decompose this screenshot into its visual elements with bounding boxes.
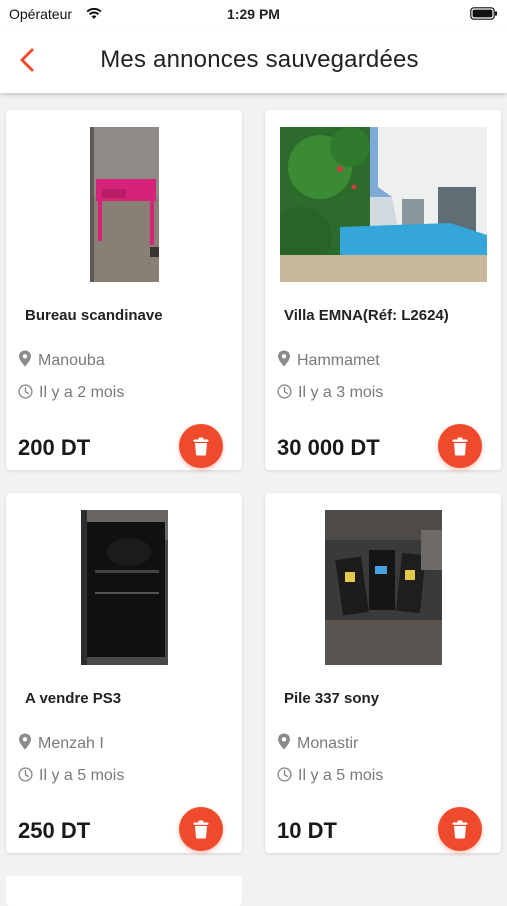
map-pin-icon bbox=[278, 733, 290, 750]
listing-card[interactable]: Villa EMNA(Réf: L2624) Hammamet Il y a 3… bbox=[265, 110, 501, 470]
listing-location: Manouba bbox=[18, 350, 105, 370]
listing-price: 250 DT bbox=[18, 818, 91, 843]
clock-icon bbox=[18, 767, 33, 782]
saved-listings-grid: Bureau scandinave Manouba Il y a 2 mois … bbox=[0, 93, 507, 906]
map-pin-icon bbox=[278, 350, 290, 367]
trash-icon bbox=[193, 820, 209, 838]
listing-posted-time: Il y a 2 mois bbox=[18, 384, 124, 402]
remove-saved-button[interactable] bbox=[438, 807, 482, 851]
listing-title: Bureau scandinave bbox=[25, 307, 163, 324]
battery-icon bbox=[470, 7, 497, 20]
listing-card[interactable]: A vendre PS3 Menzah I Il y a 5 mois 250 … bbox=[6, 493, 242, 853]
remove-saved-button[interactable] bbox=[179, 424, 223, 468]
clock-label: 1:29 PM bbox=[227, 6, 280, 22]
listing-card-partial[interactable] bbox=[6, 876, 242, 906]
listing-photo bbox=[280, 127, 487, 282]
listing-posted-time: Il y a 3 mois bbox=[277, 384, 383, 402]
listing-posted-time: Il y a 5 mois bbox=[277, 767, 383, 785]
listing-title: Villa EMNA(Réf: L2624) bbox=[284, 307, 449, 324]
header-bar: Mes annonces sauvegardées bbox=[0, 30, 507, 93]
clock-icon bbox=[18, 384, 33, 399]
location-text: Menzah I bbox=[38, 735, 104, 752]
remove-saved-button[interactable] bbox=[179, 807, 223, 851]
listing-photo bbox=[325, 510, 442, 665]
posted-text: Il y a 3 mois bbox=[298, 384, 384, 401]
listing-price: 200 DT bbox=[18, 435, 91, 460]
map-pin-icon bbox=[19, 350, 31, 367]
listing-title: A vendre PS3 bbox=[25, 690, 122, 707]
clock-icon bbox=[277, 767, 292, 782]
status-bar: Opérateur 1:29 PM bbox=[0, 0, 507, 30]
listing-photo bbox=[90, 127, 159, 282]
listing-title: Pile 337 sony bbox=[284, 690, 380, 707]
posted-text: Il y a 5 mois bbox=[39, 767, 125, 784]
listing-location: Hammamet bbox=[277, 350, 380, 370]
map-pin-icon bbox=[19, 733, 31, 750]
trash-icon bbox=[193, 437, 209, 455]
listing-price: 10 DT bbox=[277, 818, 337, 843]
listing-price: 30 000 DT bbox=[277, 435, 380, 460]
clock-icon bbox=[277, 384, 292, 399]
listing-location: Monastir bbox=[277, 733, 358, 753]
listing-card[interactable]: Pile 337 sony Monastir Il y a 5 mois 10 … bbox=[265, 493, 501, 853]
trash-icon bbox=[452, 820, 468, 838]
remove-saved-button[interactable] bbox=[438, 424, 482, 468]
listing-location: Menzah I bbox=[18, 733, 104, 753]
posted-text: Il y a 2 mois bbox=[39, 384, 125, 401]
listing-posted-time: Il y a 5 mois bbox=[18, 767, 124, 785]
listing-card[interactable]: Bureau scandinave Manouba Il y a 2 mois … bbox=[6, 110, 242, 470]
location-text: Hammamet bbox=[297, 352, 380, 369]
posted-text: Il y a 5 mois bbox=[298, 767, 384, 784]
location-text: Manouba bbox=[38, 352, 105, 369]
trash-icon bbox=[452, 437, 468, 455]
listing-photo bbox=[81, 510, 168, 665]
page-title: Mes annonces sauvegardées bbox=[100, 46, 419, 73]
location-text: Monastir bbox=[297, 735, 359, 752]
